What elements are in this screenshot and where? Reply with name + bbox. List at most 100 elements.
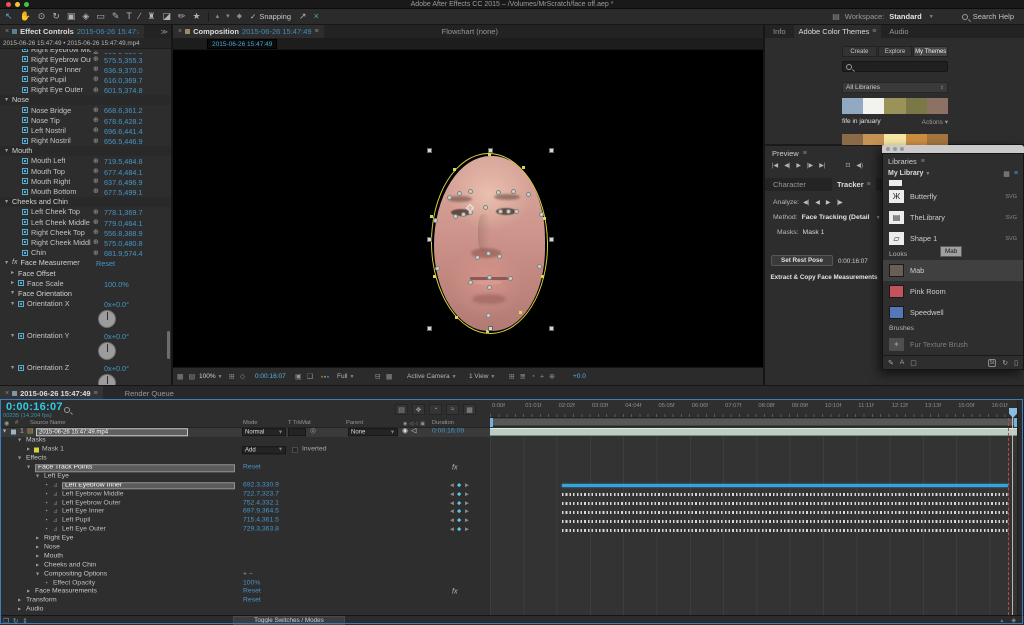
mask-vertex[interactable] <box>541 275 544 278</box>
add-layer-style-icon[interactable]: ▢ <box>910 359 917 367</box>
ec-property-value[interactable]: 719.5,484.8 <box>104 157 143 166</box>
tab-timeline-comp[interactable]: × 2015-06-26 15:47:49 ≡ <box>0 386 103 401</box>
property-value[interactable]: 697.9,364.5 <box>243 509 279 516</box>
twirl-icon[interactable]: ▼ <box>10 365 18 371</box>
stopwatch-icon[interactable]: ◔ <box>44 580 48 587</box>
prev-keyframe-icon[interactable]: ◀ <box>450 483 454 488</box>
inverted-checkbox[interactable] <box>292 447 298 453</box>
tl-row-effects[interactable]: ▼Effects <box>0 455 490 464</box>
twirl-icon[interactable]: ► <box>10 280 18 286</box>
stopwatch-icon[interactable]: ◔ <box>44 527 48 534</box>
twirl-icon[interactable]: ► <box>35 537 43 542</box>
twirl-icon[interactable]: ▼ <box>17 457 25 462</box>
close-tab-icon[interactable]: × <box>178 28 182 35</box>
track-point[interactable] <box>537 264 542 269</box>
time-ruler[interactable]: 0:00f01:01f02:02f03:03f04:04f05:05f06:06… <box>490 400 1022 418</box>
ec-property-value[interactable]: 0x+0.0° <box>104 300 129 309</box>
play-icon[interactable]: ▶ <box>796 162 801 169</box>
ec-property-value[interactable]: 616.0,369.7 <box>104 76 143 85</box>
analyze-forward-frame-icon[interactable]: |▶ <box>837 199 843 206</box>
ruler-tick[interactable]: 02:02f <box>559 403 575 409</box>
type-tool-icon[interactable]: T <box>126 12 132 21</box>
lock-column-icon[interactable]: ▣ <box>420 421 425 427</box>
ec-row-right-eyebrow-outer[interactable]: Right Eyebrow Outer⊕575.5,355.3 <box>0 54 171 64</box>
track-point[interactable] <box>511 189 516 194</box>
panel-menu-icon[interactable]: ≡ <box>872 28 876 35</box>
keyframe-icon[interactable]: ◆ <box>457 527 461 533</box>
mask-vertex[interactable] <box>519 311 522 314</box>
analyze-backward-frame-icon[interactable]: ◀| <box>803 199 809 206</box>
exposure-value[interactable]: +0.0 <box>573 373 586 380</box>
breadcrumb[interactable]: 2015-06-26 15:47:49 <box>207 39 277 49</box>
shape-tool-icon[interactable]: ▭ <box>96 12 105 21</box>
property-value[interactable]: 100% <box>243 580 260 587</box>
library-select[interactable]: My Library <box>888 170 923 177</box>
clone-stamp-tool-icon[interactable]: ♜ <box>147 12 155 21</box>
snapshot-icon[interactable]: ▣ <box>295 373 302 380</box>
next-keyframe-icon[interactable]: ▶ <box>465 519 469 524</box>
twirl-icon[interactable]: ▼ <box>26 465 34 470</box>
show-snapshot-icon[interactable]: ❑ <box>307 373 313 380</box>
keyframe-icon[interactable]: ◆ <box>457 483 461 489</box>
stopwatch-icon[interactable]: ◔ <box>44 500 48 507</box>
expand-icon[interactable]: ↗ <box>299 12 307 21</box>
trkmat-column[interactable]: T TrkMat <box>288 421 311 427</box>
effect-name[interactable]: Face Track Points <box>35 464 235 472</box>
tl-row-cheeks-and-chin[interactable]: ►Cheeks and Chin <box>0 561 490 570</box>
twirl-icon[interactable]: ▼ <box>10 301 18 307</box>
brush-item-fur-texture-brush[interactable]: ✦Fur Texture Brush <box>883 334 1023 355</box>
mask-tool-1-icon[interactable]: ▴ <box>216 13 220 20</box>
next-keyframe-icon[interactable]: ▶ <box>465 510 469 515</box>
ec-property-value[interactable]: 575.0,480.8 <box>104 239 143 248</box>
close-tab-icon[interactable]: × <box>5 28 9 35</box>
color-swatch[interactable] <box>842 98 863 114</box>
ec-row-orientation-x[interactable]: ▼Orientation X0x+0.0° <box>0 299 171 309</box>
tl-row-left-pupil[interactable]: ◔⊿Left Pupil715.4,361.5◀◆▶ <box>0 517 490 526</box>
ec-property-value[interactable]: 637.6,496.9 <box>104 178 143 187</box>
tl-row-face-track-points[interactable]: ▼Face Track PointsResetfx <box>0 464 490 473</box>
track-point[interactable] <box>506 209 511 214</box>
track-point[interactable] <box>526 192 531 197</box>
previous-frame-icon[interactable]: ◀| <box>784 162 790 169</box>
property-value[interactable]: 722.7,323.7 <box>243 491 279 498</box>
chevron-down-icon[interactable]: ▼ <box>876 215 881 221</box>
ec-row-left-cheek-middle[interactable]: Left Cheek Middle⊕779.0,464.1 <box>0 217 171 227</box>
library-item-butterfly[interactable]: ЖButterflySVG <box>883 186 1023 207</box>
tab-audio[interactable]: Audio <box>881 27 916 36</box>
scrollbar-thumb[interactable] <box>167 331 170 359</box>
tl-row-audio[interactable]: ►Audio <box>0 606 490 615</box>
keyframe-lane-left-eyebrow-outer[interactable] <box>562 502 1008 505</box>
ruler-tick[interactable]: 01:01f <box>525 403 541 409</box>
target-icon[interactable]: ⊕ <box>93 137 99 145</box>
pan-behind-tool-icon[interactable]: ◈ <box>82 12 89 21</box>
tl-row-masks[interactable]: ▼Masks <box>0 437 490 446</box>
stopwatch-icon[interactable]: ◔ <box>44 509 48 516</box>
ruler-tick[interactable]: 04:04f <box>625 403 641 409</box>
chevron-down-icon[interactable]: ▼ <box>925 171 930 177</box>
ruler-tick[interactable]: 11:11f <box>858 403 873 409</box>
stopwatch-icon[interactable]: ◔ <box>44 518 48 525</box>
ruler-tick[interactable]: 13:13f <box>925 403 941 409</box>
prev-keyframe-icon[interactable]: ◀ <box>450 510 454 515</box>
ec-property-value[interactable]: 696.6,441.4 <box>104 127 143 136</box>
next-keyframe-icon[interactable]: ▶ <box>465 492 469 497</box>
work-area-bar[interactable] <box>490 418 1017 427</box>
parent-pickwhip-icon[interactable]: ◎ <box>310 429 316 436</box>
xray-icon[interactable]: × <box>314 12 319 21</box>
target-icon[interactable]: ⊕ <box>93 208 99 216</box>
ec-property-value[interactable]: 668.6,361.2 <box>104 106 143 115</box>
timeline-mini-icon[interactable]: ◔ <box>531 373 535 380</box>
timeline-search-icon[interactable] <box>64 407 70 413</box>
keyframe-lane-left-eye-outer[interactable] <box>562 529 1008 532</box>
target-icon[interactable]: ⊕ <box>93 126 99 134</box>
target-icon[interactable]: ⊕ <box>93 106 99 114</box>
ruler-tick[interactable]: 07:07f <box>725 403 741 409</box>
ec-row-cheeks-and-chin[interactable]: ▼Cheeks and Chin <box>0 197 171 207</box>
work-area-start-handle[interactable] <box>490 418 493 427</box>
twirl-icon[interactable]: ▼ <box>10 333 18 339</box>
analyze-forward-icon[interactable]: ▶ <box>826 199 831 206</box>
set-rest-pose-button[interactable]: Set Rest Pose <box>771 255 833 266</box>
retime-icon[interactable]: ↻ <box>13 617 18 625</box>
track-point[interactable] <box>453 214 458 219</box>
property-value[interactable]: 692.3,330.9 <box>243 482 279 489</box>
